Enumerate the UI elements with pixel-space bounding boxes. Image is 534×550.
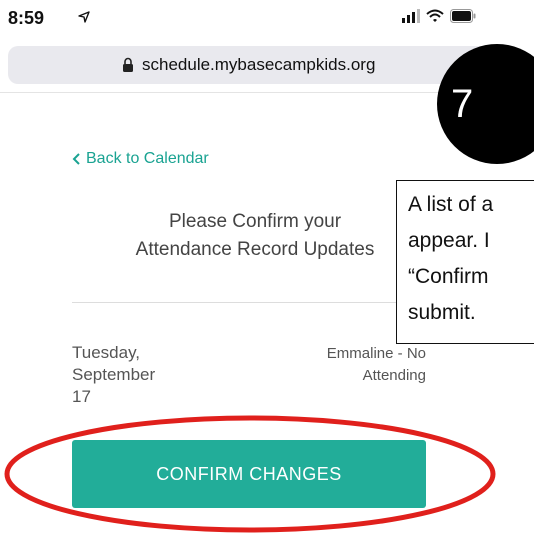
callout-text: A list of a appear. I “Confirm submit. — [408, 187, 534, 331]
confirm-changes-button[interactable]: CONFIRM CHANGES — [72, 440, 426, 508]
callout-line-4: submit. — [408, 301, 476, 324]
back-to-calendar-link[interactable]: Back to Calendar — [72, 150, 209, 168]
location-arrow-icon — [78, 11, 90, 23]
signal-icon — [402, 9, 420, 23]
record-status-child: Emmaline - No — [326, 345, 426, 362]
callout-line-1: A list of a — [408, 193, 494, 216]
record-date-day: 17 — [72, 387, 91, 406]
url-text: schedule.mybasecampkids.org — [142, 55, 376, 74]
record-date-month: September — [72, 365, 156, 384]
wifi-icon — [426, 9, 444, 22]
record-status-value: Attending — [362, 367, 426, 384]
page-title: Please Confirm your Attendance Record Up… — [70, 208, 440, 264]
battery-icon — [450, 9, 476, 23]
content-divider — [72, 302, 432, 303]
page-title-line-2: Attendance Record Updates — [135, 239, 375, 260]
callout-line-3: “Confirm — [408, 265, 489, 288]
record-date-weekday: Tuesday, — [72, 343, 141, 362]
chevron-left-icon — [72, 153, 80, 165]
address-bar[interactable]: schedule.mybasecampkids.org — [8, 46, 508, 84]
lock-icon — [123, 57, 133, 72]
status-icons — [402, 9, 476, 23]
instruction-callout: A list of a appear. I “Confirm submit. — [396, 180, 534, 344]
callout-line-2: appear. I — [408, 229, 490, 252]
record-date: Tuesday, September 17 — [72, 342, 202, 408]
back-to-calendar-label: Back to Calendar — [86, 150, 209, 167]
status-time: 8:59 — [8, 8, 45, 28]
record-status: Emmaline - No Attending — [224, 343, 426, 387]
status-bar: 8:59 — [0, 0, 534, 36]
page-title-line-1: Please Confirm your — [168, 211, 342, 232]
